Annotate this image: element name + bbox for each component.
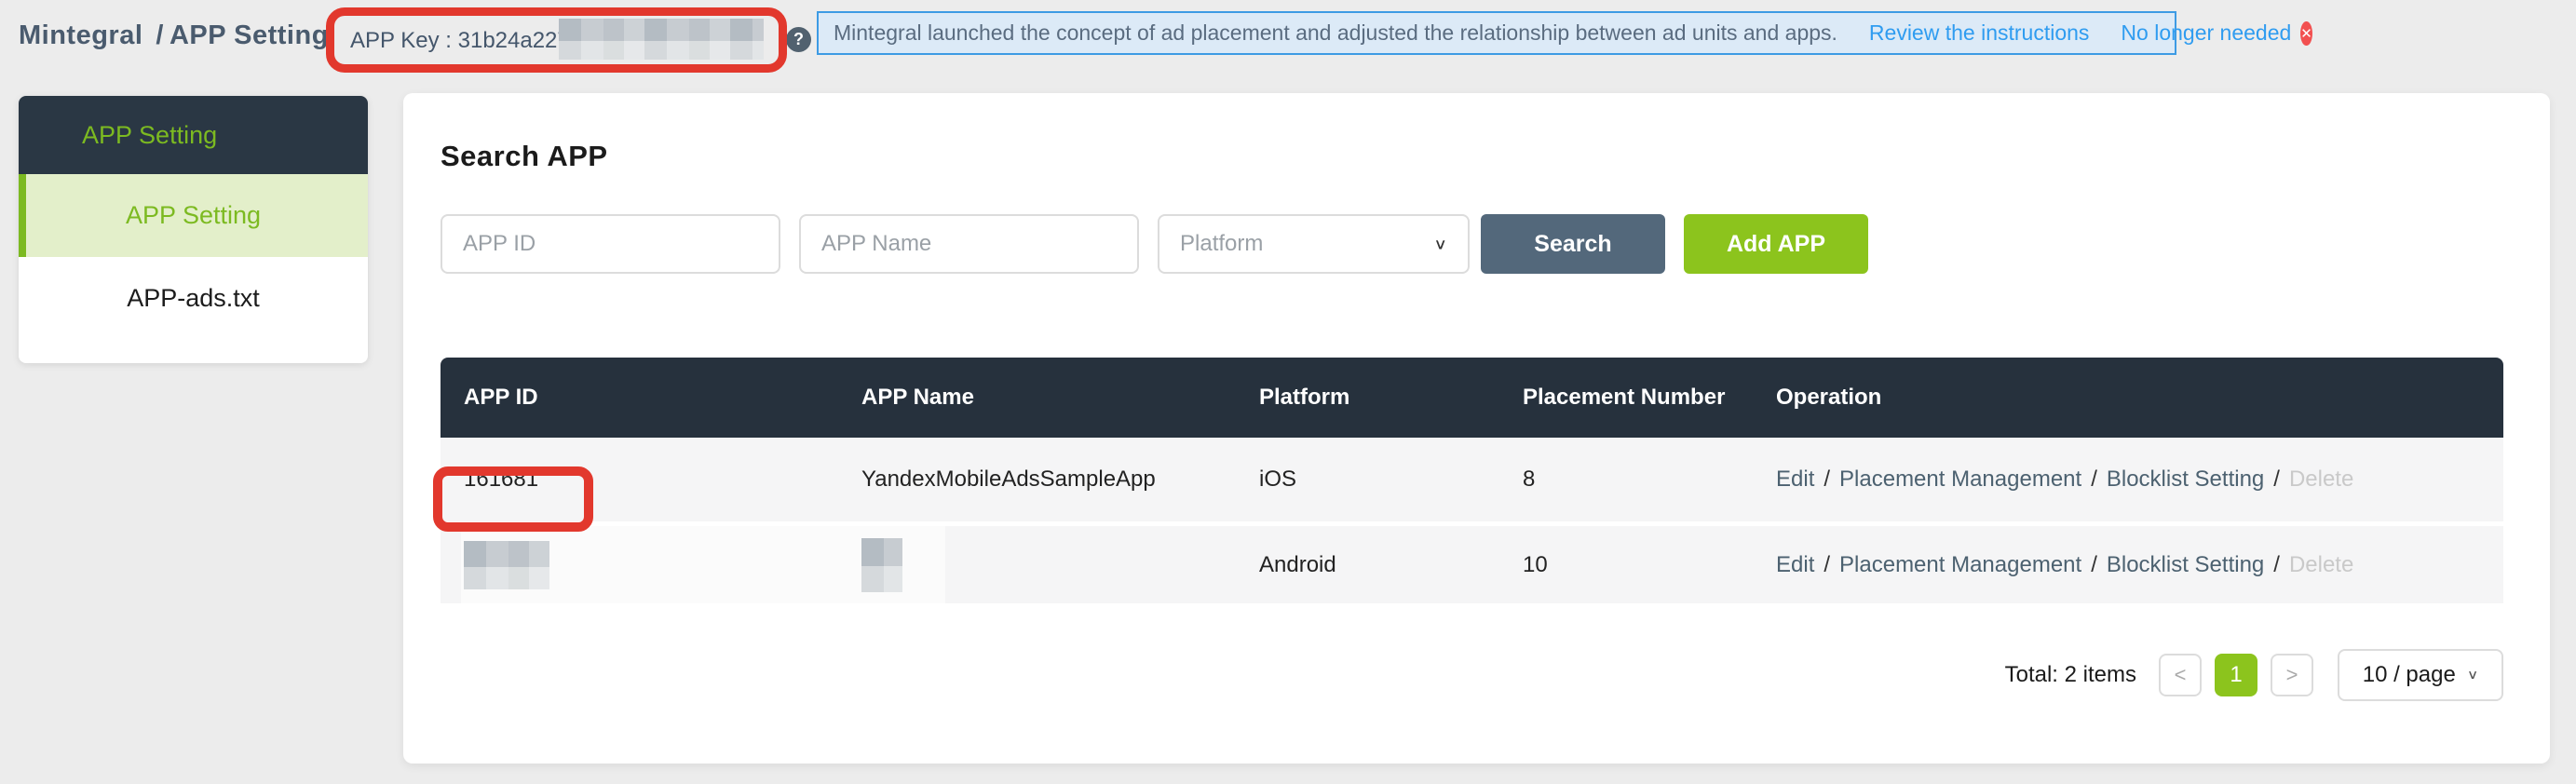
cell-platform: iOS [1236,466,1499,493]
sidebar-item-label: APP-ads.txt [127,284,260,313]
sidebar-item-label: APP Setting [126,201,261,230]
main-content: Search APP Platform ∨ Search Add APP APP… [403,93,2550,764]
app-key-redacted-blur [559,19,764,60]
app-name-input[interactable] [799,214,1139,274]
help-icon-glyph: ? [793,30,804,49]
table-row: 161681 YandexMobileAdsSampleApp iOS 8 Ed… [441,438,2503,526]
search-button[interactable]: Search [1481,214,1665,274]
app-id-redacted-blur [464,541,549,589]
no-longer-needed-link[interactable]: No longer needed [2121,20,2291,46]
operation-separator: / [2273,466,2280,492]
column-header-platform: Platform [1236,385,1499,411]
table-header-row: APP ID APP Name Platform Placement Numbe… [441,358,2503,438]
cell-app-id: 161681 [441,466,838,493]
delete-link: Delete [2289,466,2353,492]
app-name-redacted-blur [861,538,902,592]
app-id-input[interactable] [441,214,780,274]
sidebar: APP Setting APP Setting APP-ads.txt [19,96,368,363]
breadcrumb-brand[interactable]: Mintegral [19,20,142,50]
platform-select[interactable]: Platform ∨ [1158,214,1470,274]
blocklist-setting-link[interactable]: Blocklist Setting [2107,466,2264,492]
chevron-left-icon: < [2175,663,2187,687]
sidebar-item-app-setting[interactable]: APP Setting [19,174,368,257]
app-table: APP ID APP Name Platform Placement Numbe… [441,358,2503,608]
add-app-button[interactable]: Add APP [1684,214,1868,274]
cell-placement-number: 10 [1499,552,1753,578]
sidebar-item-app-ads-txt[interactable]: APP-ads.txt [19,257,368,340]
notification-banner: Mintegral launched the concept of ad pla… [817,11,2176,55]
breadcrumb-separator: / [156,20,164,50]
platform-select-value: Platform [1180,231,1263,257]
cell-operation: Edit / Placement Management / Blocklist Sett… [1753,552,2503,578]
next-page-button[interactable]: > [2271,654,2313,696]
review-instructions-link[interactable]: Review the instructions [1869,20,2090,46]
column-header-placement-number: Placement Number [1499,385,1753,411]
cell-app-name: YandexMobileAdsSampleApp [838,466,1236,493]
chevron-down-icon: ∨ [2467,668,2478,683]
help-icon[interactable]: ? [786,27,811,52]
pagination: Total: 2 items < 1 > 10 / page ∨ [441,649,2503,701]
column-header-app-name: APP Name [838,385,1236,411]
operation-separator: / [2273,552,2280,577]
breadcrumb-page: APP Setting [169,20,329,50]
operation-separator: / [2091,552,2097,577]
app-setting-page: Mintegral/APP Setting APP Key : 31b24a22… [0,0,2576,784]
page-1-button[interactable]: 1 [2215,654,2257,696]
delete-link: Delete [2289,552,2353,577]
cell-operation: Edit / Placement Management / Blocklist Sett… [1753,466,2503,493]
cell-platform: Android [1236,552,1499,578]
banner-message: Mintegral launched the concept of ad pla… [834,20,1837,46]
chevron-right-icon: > [2286,663,2298,687]
banner-close-icon[interactable]: ✕ [2300,21,2312,46]
placement-management-link[interactable]: Placement Management [1839,466,2081,492]
sidebar-group-label: APP Setting [82,121,217,150]
page-size-value: 10 / page [2363,662,2456,688]
sidebar-group-app-setting[interactable]: APP Setting [19,96,368,174]
table-row: Android 10 Edit / Placement Management / Blo… [441,526,2503,608]
page-title: Search APP [441,140,2503,173]
edit-link[interactable]: Edit [1776,466,1814,492]
column-header-operation: Operation [1753,385,2503,411]
close-icon-glyph: ✕ [2300,25,2312,42]
placement-management-link[interactable]: Placement Management [1839,552,2081,577]
operation-separator: / [1824,466,1830,492]
cell-app-name [838,538,1236,592]
operation-separator: / [1824,552,1830,577]
cell-app-id [441,541,838,589]
column-header-app-id: APP ID [441,385,838,411]
page-size-select[interactable]: 10 / page ∨ [2338,649,2503,701]
breadcrumb: Mintegral /APP Setting [19,20,336,51]
search-form: Platform ∨ Search Add APP [441,214,2503,274]
chevron-down-icon: ∨ [1433,235,1447,253]
prev-page-button[interactable]: < [2159,654,2202,696]
active-indicator-bar [19,174,26,257]
operation-separator: / [2091,466,2097,492]
pagination-total: Total: 2 items [2005,662,2136,688]
edit-link[interactable]: Edit [1776,552,1814,577]
blocklist-setting-link[interactable]: Blocklist Setting [2107,552,2264,577]
cell-placement-number: 8 [1499,466,1753,493]
